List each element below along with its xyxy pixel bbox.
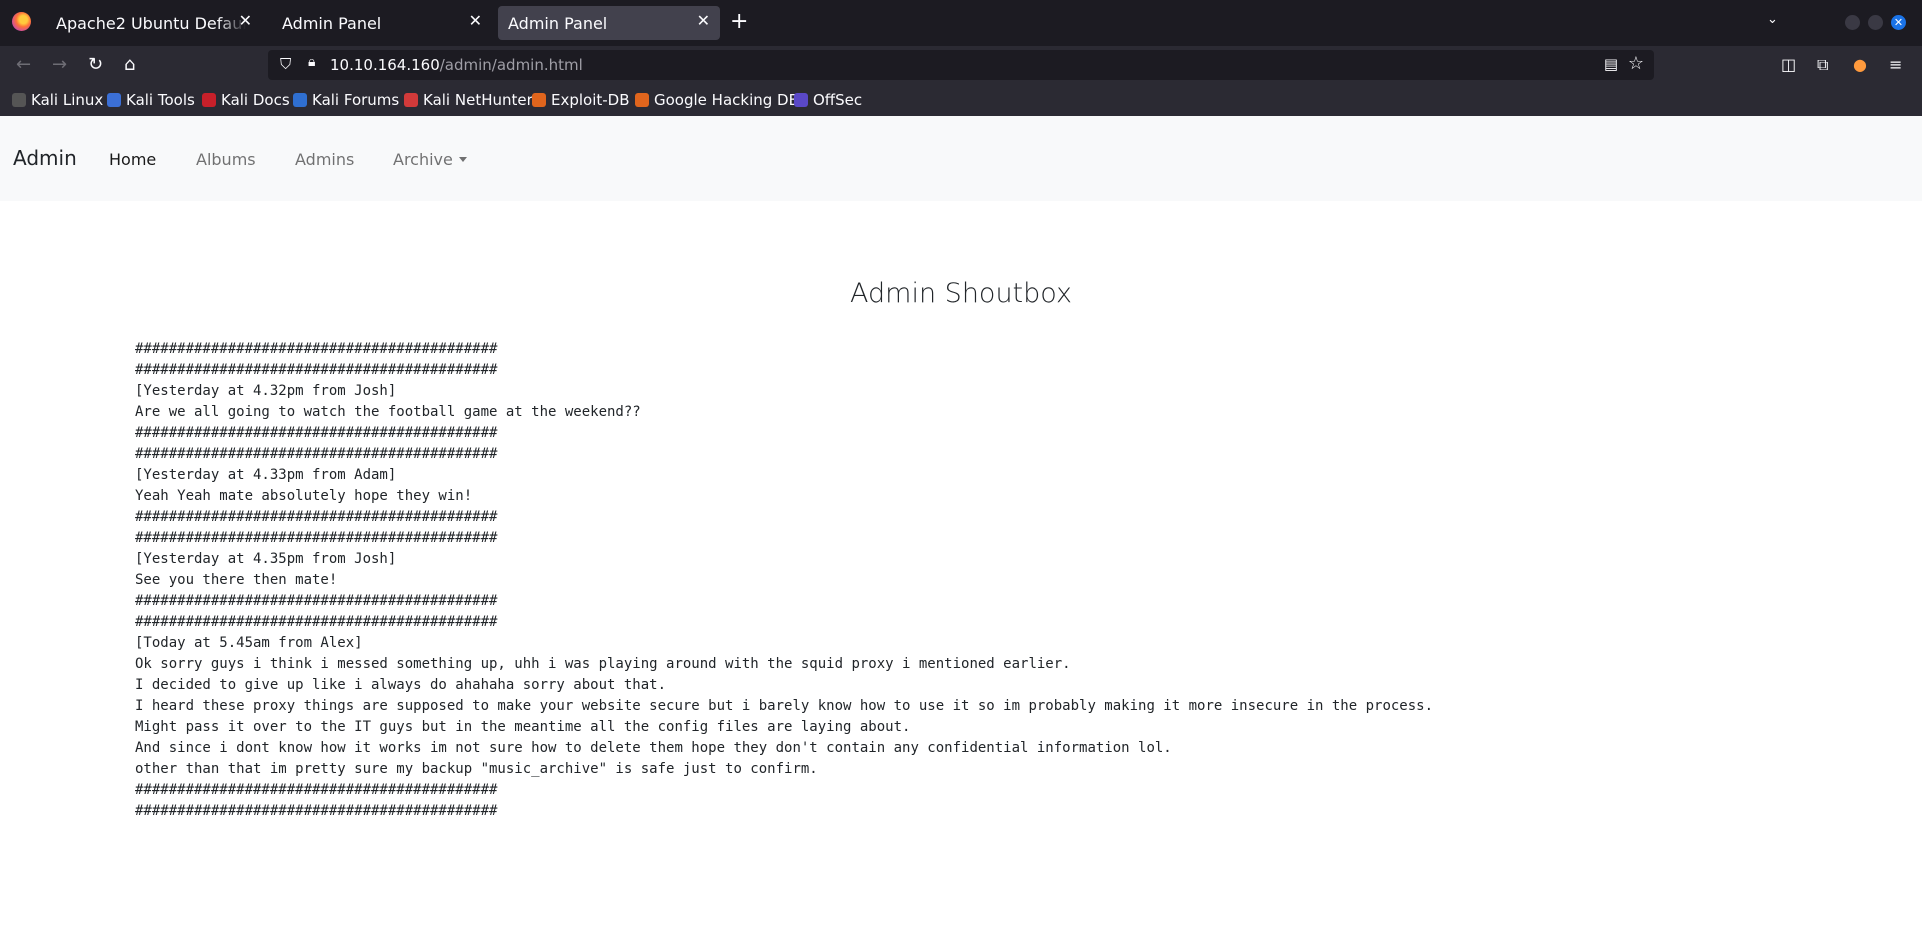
window-close-icon[interactable]: ✕ <box>1891 15 1906 30</box>
url-text[interactable]: 10.10.164.160/admin/admin.html <box>330 56 583 74</box>
nav-archive-dropdown[interactable]: Archive <box>393 150 467 169</box>
shoutbox-line: ########################################… <box>135 782 498 798</box>
tab-bar: Apache2 Ubuntu Default Page: It works ✕ … <box>0 0 1922 46</box>
page-title: Admin Shoutbox <box>850 278 1072 309</box>
minimize-icon[interactable] <box>1845 15 1860 30</box>
navbar-brand[interactable]: Admin <box>13 146 77 170</box>
shoutbox-line: And since i dont know how it works im no… <box>135 740 1172 756</box>
home-icon[interactable]: ⌂ <box>124 54 135 75</box>
tab-title: Admin Panel <box>282 14 382 33</box>
shoutbox-line: Yeah Yeah mate absolutely hope they win! <box>135 488 473 504</box>
ghdb-icon <box>635 93 649 107</box>
tab-admin-panel-active[interactable]: Admin Panel ✕ <box>498 6 720 40</box>
extensions-icon[interactable]: ⧉ <box>1817 55 1828 75</box>
url-bar[interactable]: ⛉ 🔒︎ 10.10.164.160/admin/admin.html ▤ ☆ <box>268 50 1654 80</box>
bookmark-kali-linux[interactable]: Kali Linux <box>12 91 103 109</box>
bookmark-kali-forums[interactable]: Kali Forums <box>293 91 399 109</box>
nav-archive-label: Archive <box>393 150 453 169</box>
shoutbox-line: See you there then mate! <box>135 572 338 588</box>
reload-icon[interactable]: ↻ <box>88 54 103 75</box>
shield-icon[interactable]: ⛉ <box>280 55 291 73</box>
shoutbox-line: [Today at 5.45am from Alex] <box>135 635 363 651</box>
shoutbox-line: I heard these proxy things are supposed … <box>135 698 1434 714</box>
chevron-down-icon[interactable]: ⌄ <box>1767 12 1778 27</box>
kali-tools-icon <box>107 93 121 107</box>
hamburger-menu-icon[interactable]: ≡ <box>1889 55 1902 74</box>
nav-home[interactable]: Home <box>109 150 156 169</box>
shoutbox-line: ########################################… <box>135 362 498 378</box>
kali-icon <box>12 93 26 107</box>
shoutbox-line: Are we all going to watch the football g… <box>135 404 641 420</box>
bookmark-label: Kali Forums <box>312 91 400 109</box>
shoutbox-line: ########################################… <box>135 509 498 525</box>
bookmark-star-icon[interactable]: ☆ <box>1628 53 1644 74</box>
tab-apache-default[interactable]: Apache2 Ubuntu Default Page: It works ✕ <box>46 6 262 40</box>
back-icon[interactable]: ← <box>16 54 31 75</box>
shoutbox-line: ########################################… <box>135 446 498 462</box>
fox-extension-icon[interactable]: ● <box>1853 55 1867 74</box>
shoutbox-line: [Yesterday at 4.35pm from Josh] <box>135 551 397 567</box>
bookmark-label: Exploit-DB <box>551 91 630 109</box>
bookmark-label: Kali Tools <box>126 91 195 109</box>
reader-view-icon[interactable]: ▤ <box>1604 55 1618 73</box>
close-icon[interactable]: ✕ <box>469 11 482 30</box>
shoutbox-line: Ok sorry guys i think i messed something… <box>135 656 1071 672</box>
forward-icon[interactable]: → <box>52 54 67 75</box>
tab-title: Apache2 Ubuntu Default Page: It works <box>56 14 246 33</box>
lock-icon[interactable]: 🔒︎ <box>308 54 315 70</box>
bookmark-kali-docs[interactable]: Kali Docs <box>202 91 290 109</box>
nav-admins[interactable]: Admins <box>295 150 354 169</box>
exploit-db-icon <box>532 93 546 107</box>
maximize-icon[interactable] <box>1868 15 1883 30</box>
shoutbox-text: ########################################… <box>135 339 1433 822</box>
pocket-icon[interactable]: ◫ <box>1781 55 1796 74</box>
close-icon[interactable]: ✕ <box>697 11 710 30</box>
bookmark-offsec[interactable]: OffSec <box>794 91 862 109</box>
bookmark-kali-nethunter[interactable]: Kali NetHunter <box>404 91 533 109</box>
nav-albums[interactable]: Albums <box>196 150 256 169</box>
shoutbox-line: I decided to give up like i always do ah… <box>135 677 667 693</box>
tab-admin-panel[interactable]: Admin Panel ✕ <box>272 6 492 40</box>
shoutbox-line: ########################################… <box>135 530 498 546</box>
bookmarks-bar: Kali Linux Kali Tools Kali Docs Kali For… <box>0 84 1922 116</box>
web-page: Admin Home Albums Admins Archive Admin S… <box>0 116 1922 941</box>
url-path: /admin/admin.html <box>439 56 583 74</box>
firefox-icon[interactable] <box>12 12 31 31</box>
bookmark-kali-tools[interactable]: Kali Tools <box>107 91 195 109</box>
bookmark-label: Kali Linux <box>31 91 104 109</box>
bookmark-label: Kali NetHunter <box>423 91 533 109</box>
shoutbox-line: [Yesterday at 4.33pm from Adam] <box>135 467 397 483</box>
offsec-icon <box>794 93 808 107</box>
shoutbox-line: Might pass it over to the IT guys but in… <box>135 719 911 735</box>
caret-down-icon <box>458 157 467 162</box>
site-navbar: Admin Home Albums Admins Archive <box>0 116 1922 201</box>
shoutbox-line: ########################################… <box>135 803 498 819</box>
bookmark-label: Google Hacking DB <box>654 91 799 109</box>
shoutbox-line: ########################################… <box>135 614 498 630</box>
url-host: 10.10.164.160 <box>330 56 440 74</box>
bookmark-google-hacking-db[interactable]: Google Hacking DB <box>635 91 799 109</box>
bookmark-exploit-db[interactable]: Exploit-DB <box>532 91 630 109</box>
nethunter-icon <box>404 93 418 107</box>
shoutbox-line: [Yesterday at 4.32pm from Josh] <box>135 383 397 399</box>
tab-title: Admin Panel <box>508 14 608 33</box>
kali-docs-icon <box>202 93 216 107</box>
shoutbox-line: ########################################… <box>135 593 498 609</box>
new-tab-icon[interactable]: + <box>730 9 748 34</box>
shoutbox-line: ########################################… <box>135 341 498 357</box>
bookmark-label: Kali Docs <box>221 91 290 109</box>
kali-forums-icon <box>293 93 307 107</box>
close-icon[interactable]: ✕ <box>239 11 252 30</box>
shoutbox-line: ########################################… <box>135 425 498 441</box>
shoutbox-line: other than that im pretty sure my backup… <box>135 761 818 777</box>
bookmark-label: OffSec <box>813 91 863 109</box>
